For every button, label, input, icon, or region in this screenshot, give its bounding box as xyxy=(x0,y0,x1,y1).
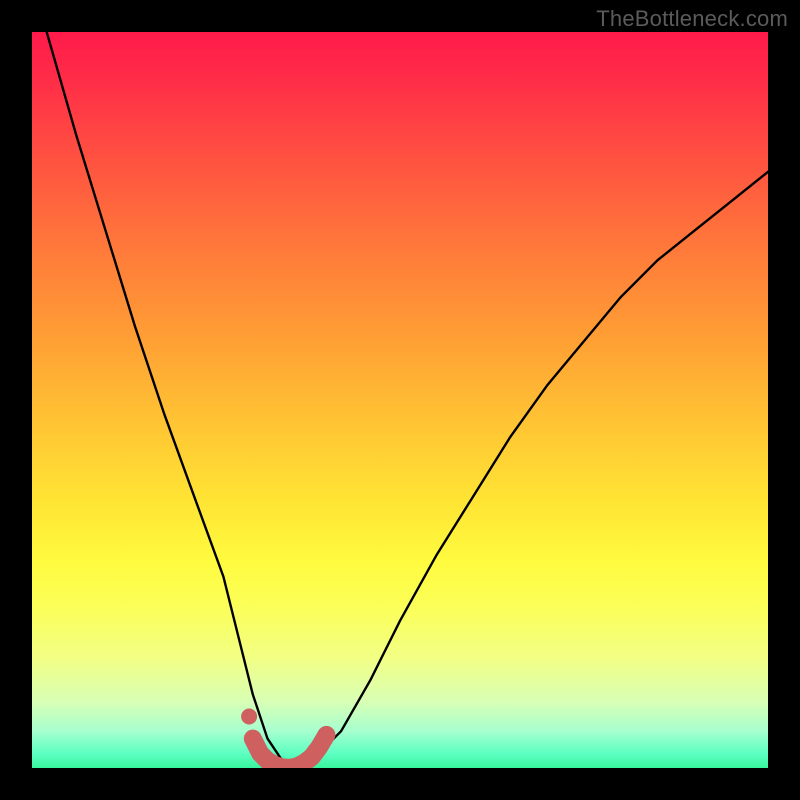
plot-area xyxy=(32,32,768,768)
curve-layer xyxy=(32,32,768,768)
chart-frame: TheBottleneck.com xyxy=(0,0,800,800)
valley-marker xyxy=(241,709,326,769)
watermark-text: TheBottleneck.com xyxy=(596,6,788,32)
bottleneck-curve xyxy=(47,32,768,768)
